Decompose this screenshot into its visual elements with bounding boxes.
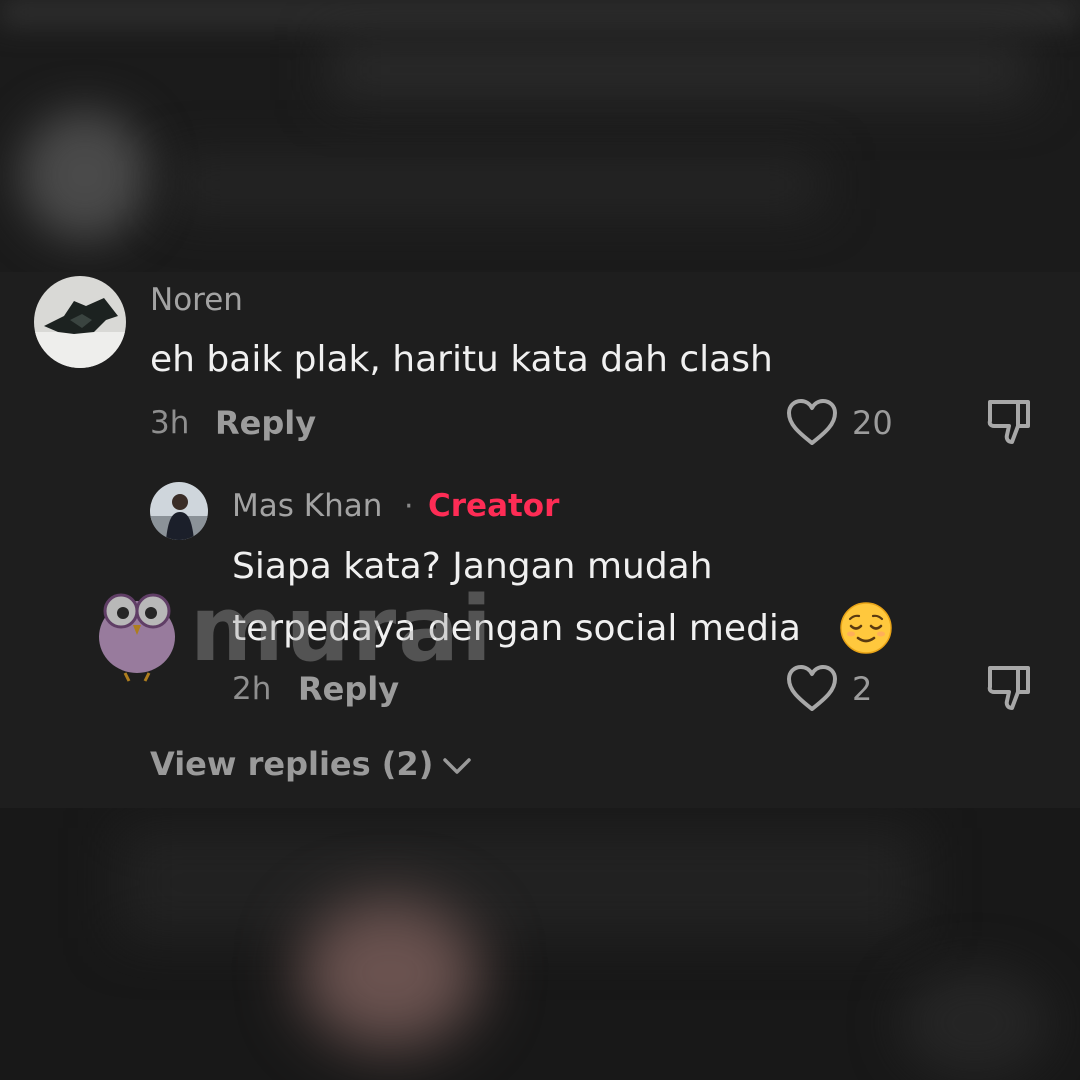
comment-text: eh baik plak, haritu kata dah clash [150,339,773,380]
separator-dot: · [404,489,414,524]
view-replies-button[interactable]: View replies (2) [150,745,473,783]
thumbs-down-outline-icon [987,400,1030,444]
view-replies-label: View replies (2) [150,745,434,783]
comment-username[interactable]: Noren [150,282,243,318]
relieved-face-icon [840,602,892,658]
creator-badge: Creator [428,488,560,524]
blurred-previous-comment [0,0,1080,272]
reply-like-button[interactable] [786,664,838,712]
like-button[interactable] [786,398,838,446]
heart-outline-icon [787,665,837,711]
like-count: 20 [852,404,893,442]
reply-username[interactable]: Mas Khan [232,488,382,524]
comment-timestamp: 3h [150,405,190,441]
reply-dislike-button[interactable] [986,664,1036,712]
reply-text-line1: Siapa kata? Jangan mudah [232,546,713,587]
reply-reply-button[interactable]: Reply [298,670,399,708]
reply-like-count: 2 [852,670,873,708]
reply-text-line2: terpedaya dengan social media [232,608,801,649]
heart-outline-icon [787,399,837,445]
dislike-button[interactable] [986,398,1036,446]
reply-timestamp: 2h [232,671,272,707]
reply-button[interactable]: Reply [215,404,316,442]
thumbs-down-outline-icon [987,666,1030,710]
avatar-bat-icon [34,276,126,368]
avatar-person-icon [150,482,208,540]
reply-avatar[interactable] [150,482,208,540]
chevron-down-icon [443,758,472,774]
avatar[interactable] [34,276,126,368]
blurred-next-comment [0,808,1080,1080]
